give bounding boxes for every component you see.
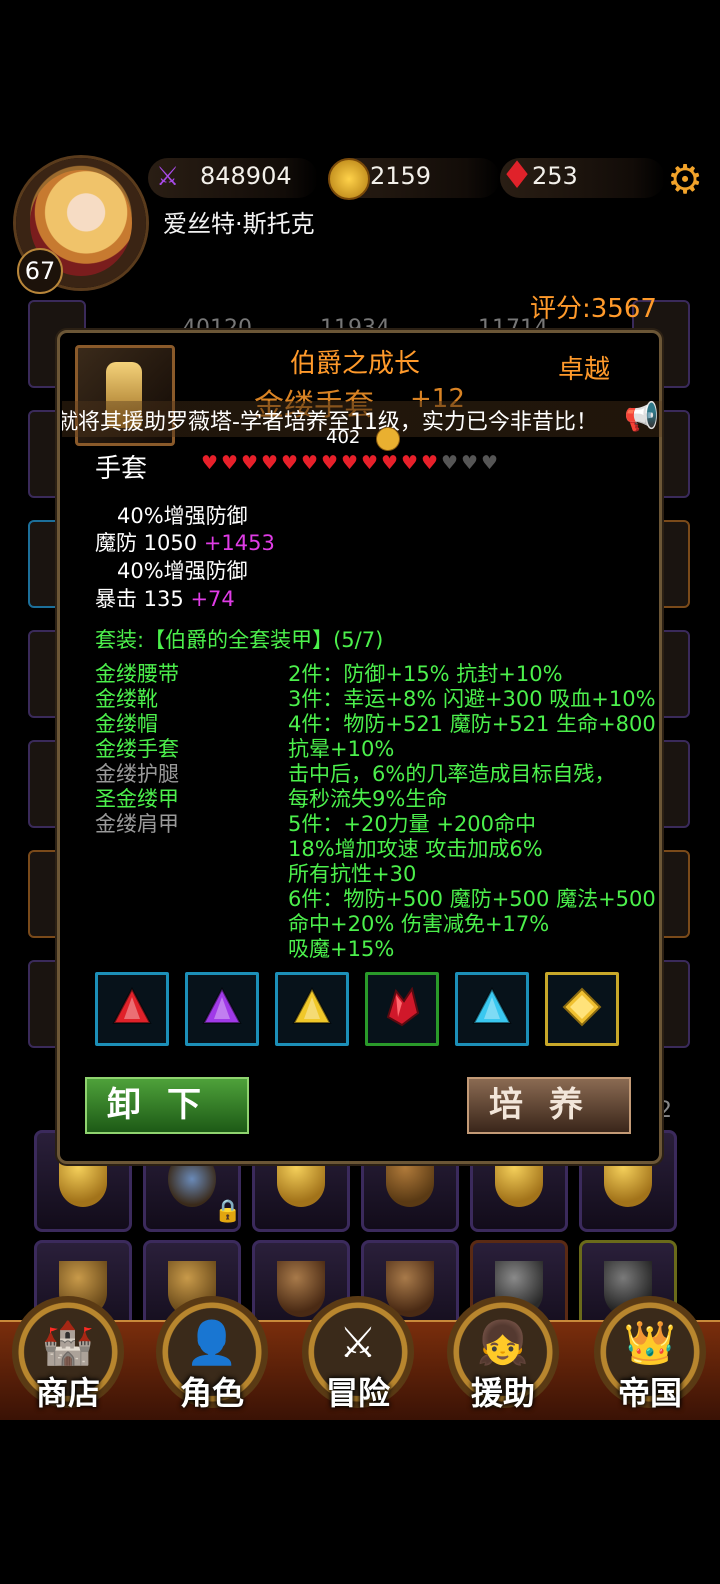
gem-socket[interactable] — [185, 972, 259, 1046]
heart-empty-icon: ♥ — [480, 452, 500, 474]
gems-value: 253 — [532, 162, 578, 190]
lock-icon: 🔒 — [214, 1199, 242, 1224]
stat-line: 魔防 1050 +1453 — [95, 527, 275, 557]
stat-line: 40%增强防御 — [117, 559, 248, 583]
gem-socket[interactable] — [365, 972, 439, 1046]
red-gem-icon — [112, 986, 152, 1027]
announcement-ticker: 就将其援助罗薇塔-学者培养至11级，实力已今非昔比！ — [62, 401, 662, 437]
score-label: 评分:3567 — [530, 294, 657, 324]
heart-filled-icon: ♥ — [420, 452, 440, 474]
heart-filled-icon: ♥ — [380, 452, 400, 474]
nav-label: 援助 — [470, 1374, 535, 1412]
gem-socket[interactable] — [275, 972, 349, 1046]
nav-label: 帝国 — [617, 1374, 682, 1412]
yellow-gem-icon — [292, 986, 332, 1027]
gem-socket[interactable] — [545, 972, 619, 1046]
heart-filled-icon: ♥ — [200, 452, 220, 474]
megaphone-icon: 📢 — [624, 400, 659, 433]
heart-filled-icon: ♥ — [260, 452, 280, 474]
heart-filled-icon: ♥ — [360, 452, 380, 474]
heart-empty-icon: ♥ — [440, 452, 460, 474]
heart-filled-icon: ♥ — [340, 452, 360, 474]
heart-filled-icon: ♥ — [280, 452, 300, 474]
train-button[interactable]: 培养 — [467, 1077, 631, 1134]
stat-label: 魔防 1050 — [95, 531, 198, 555]
item-slot-type: 手套 — [95, 454, 148, 484]
sword-icon: ⚔ — [156, 162, 180, 192]
red-crystal-icon — [382, 986, 422, 1027]
heart-filled-icon: ♥ — [400, 452, 420, 474]
heart-filled-icon: ♥ — [240, 452, 260, 474]
settings-gear-icon[interactable]: ⚙ — [662, 158, 708, 202]
nav-label: 商店 — [35, 1374, 100, 1412]
gold-coin-icon — [328, 158, 370, 200]
crown-icon: 👑 — [623, 1318, 677, 1367]
heart-filled-icon: ♥ — [300, 452, 320, 474]
dungeon-gate-icon: ⚔ — [339, 1318, 377, 1367]
stat-label: 暴击 135 — [95, 587, 184, 611]
stat-bonus: +74 — [190, 587, 235, 611]
level-badge: 67 — [17, 248, 63, 294]
gold-gem-icon — [562, 987, 602, 1027]
heart-empty-icon: ♥ — [460, 452, 480, 474]
set-header: 套装:【伯爵的全套装甲】(5/7) — [95, 628, 384, 652]
hero-name: 爱丝特·斯托克 — [163, 210, 315, 238]
unequip-button[interactable]: 卸下 — [85, 1077, 249, 1134]
gold-coin-icon — [376, 427, 400, 451]
enhance-hearts: ♥ ♥ ♥ ♥ ♥ ♥ ♥ ♥ ♥ ♥ ♥ ♥ ♥ ♥ ♥ — [200, 452, 500, 474]
stat-line: 40%增强防御 — [117, 504, 248, 528]
gem-socket[interactable] — [455, 972, 529, 1046]
heart-filled-icon: ♥ — [320, 452, 340, 474]
red-crystal-currency-icon: ♦ — [500, 153, 535, 197]
goblet-icon — [277, 1261, 325, 1317]
nav-label: 角色 — [179, 1374, 244, 1412]
gem-socket[interactable] — [95, 972, 169, 1046]
blue-gem-icon — [472, 986, 512, 1027]
item-quality: 卓越 — [558, 355, 611, 385]
stat-bonus: +1453 — [203, 531, 275, 555]
gold-value: 2159 — [370, 162, 432, 190]
hooded-character-icon: 👤 — [185, 1318, 239, 1367]
heart-filled-icon: ♥ — [220, 452, 240, 474]
nav-label: 冒险 — [325, 1374, 390, 1412]
set-title: 伯爵之成长 — [290, 349, 421, 379]
item-price: 402 — [326, 427, 361, 448]
stat-line: 暴击 135 +74 — [95, 583, 235, 613]
power-value: 848904 — [200, 162, 292, 190]
set-effect-line: 吸魔+15% — [288, 937, 395, 961]
helper-girl-icon: 👧 — [476, 1318, 530, 1367]
castle-icon: 🏰 — [41, 1318, 95, 1367]
purple-gem-icon — [202, 986, 242, 1027]
set-piece: 金缕肩甲 — [95, 812, 179, 836]
